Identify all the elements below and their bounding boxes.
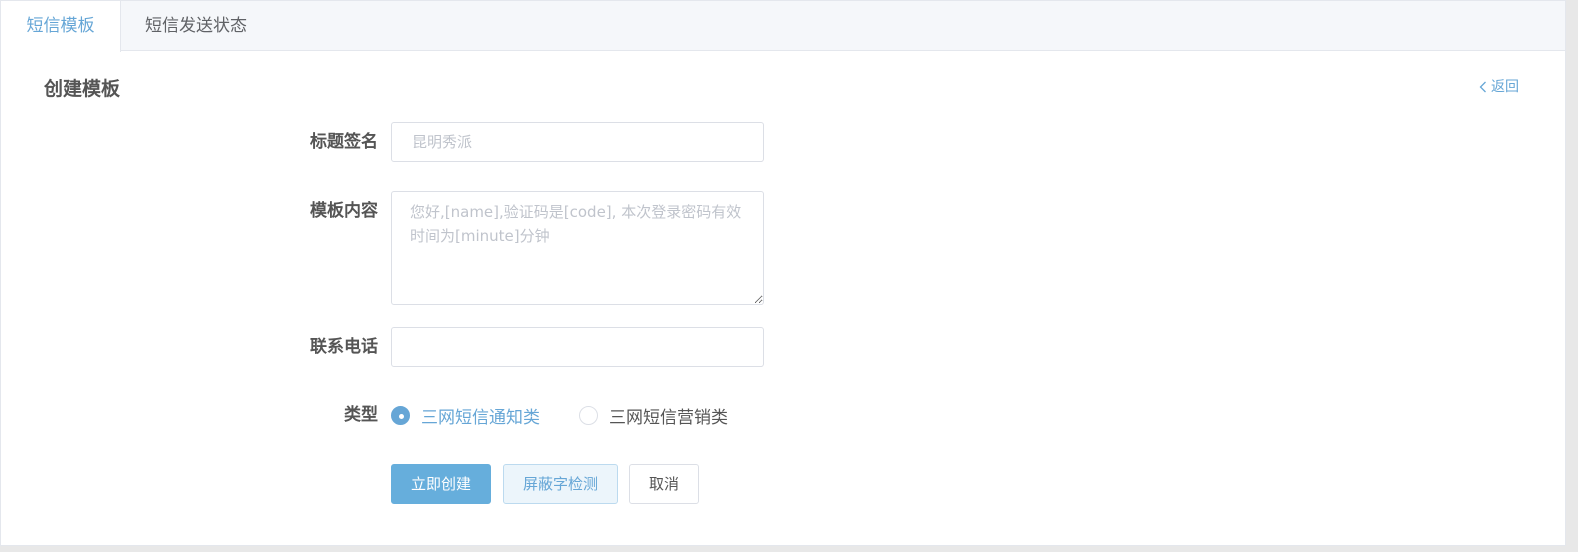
page-title: 创建模板 xyxy=(44,78,121,100)
create-button[interactable]: 立即创建 xyxy=(391,464,491,504)
blocked-word-check-button[interactable]: 屏蔽字检测 xyxy=(503,464,618,504)
tab-sms-template[interactable]: 短信模板 xyxy=(1,1,121,52)
tab-bar: 短信模板 短信发送状态 xyxy=(1,1,1565,52)
cancel-button[interactable]: 取消 xyxy=(629,464,699,504)
radio-marketing-type[interactable]: 三网短信营销类 xyxy=(579,403,728,428)
contact-phone-label: 联系电话 xyxy=(310,337,378,357)
back-label: 返回 xyxy=(1491,79,1519,95)
radio-checked-icon xyxy=(391,405,410,425)
contact-phone-input[interactable] xyxy=(391,327,764,367)
radio-notification-type[interactable]: 三网短信通知类 xyxy=(391,403,540,428)
back-link[interactable]: 返回 xyxy=(1479,77,1519,97)
type-label: 类型 xyxy=(344,405,378,425)
template-content-textarea[interactable] xyxy=(391,191,764,305)
title-signature-label: 标题签名 xyxy=(310,132,378,152)
radio-unchecked-icon xyxy=(579,405,598,425)
chevron-left-icon xyxy=(1479,81,1486,93)
template-content-label: 模板内容 xyxy=(310,201,378,221)
radio-notification-label: 三网短信通知类 xyxy=(421,407,540,428)
sms-template-panel: 短信模板 短信发送状态 创建模板 返回 标题签名 模板内容 联系电话 类型 三网… xyxy=(0,0,1566,546)
radio-marketing-label: 三网短信营销类 xyxy=(609,407,728,428)
tab-sms-send-status[interactable]: 短信发送状态 xyxy=(121,1,271,51)
title-signature-input[interactable] xyxy=(391,122,764,162)
